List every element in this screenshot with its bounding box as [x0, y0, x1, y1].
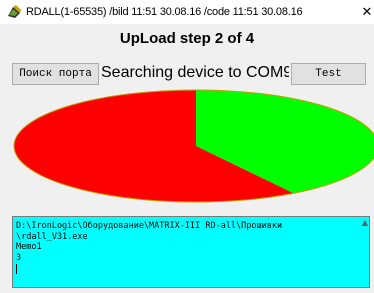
progress-pie-chart — [13, 89, 374, 203]
status-text: Searching device to COM9 — [101, 64, 289, 81]
scroll-up-icon[interactable]: ▲ — [360, 218, 370, 228]
text-caret — [16, 264, 17, 274]
memo-textarea[interactable]: D:\IronLogic\Оборудование\MATRIX-III RD-… — [12, 216, 370, 288]
window-title: RDALL(1-65535) /bild 11:51 30.08.16 /cod… — [26, 6, 303, 18]
close-icon[interactable]: ✕ — [360, 0, 374, 24]
memo-line: D:\IronLogic\Оборудование\MATRIX-III RD-… — [16, 221, 283, 231]
title-bar: RDALL(1-65535) /bild 11:51 30.08.16 /cod… — [0, 0, 374, 24]
test-button[interactable]: Test — [291, 63, 366, 85]
memo-line: Memo1 — [16, 242, 42, 252]
progress-pie — [0, 84, 374, 210]
app-icon — [8, 5, 21, 18]
memo-line: \rdall_V31.exe — [16, 231, 88, 242]
step-title: UpLoad step 2 of 4 — [0, 25, 374, 53]
memo-line: 3 — [16, 252, 22, 263]
search-port-button[interactable]: Поиск порта — [12, 63, 99, 85]
